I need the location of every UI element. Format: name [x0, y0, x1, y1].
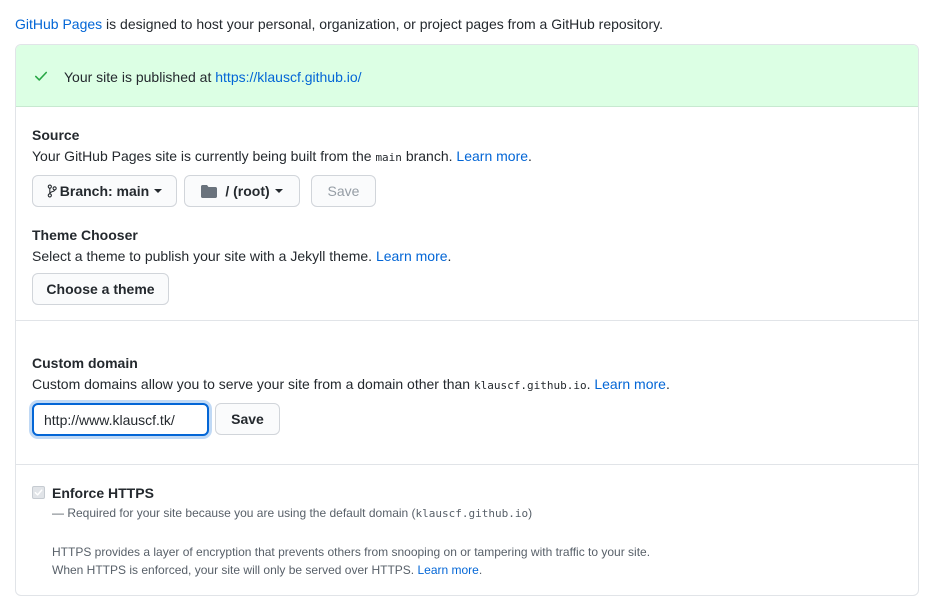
check-icon [34, 489, 43, 496]
pages-settings-panel: Your site is published at https://klausc… [15, 44, 919, 596]
intro-description: is designed to host your personal, organ… [102, 16, 663, 32]
intro-text: GitHub Pages is designed to host your pe… [15, 15, 663, 33]
branch-code: main [375, 151, 402, 164]
source-save-button[interactable]: Save [311, 175, 376, 207]
chevron-down-icon [274, 189, 283, 193]
custom-domain-save-button[interactable]: Save [215, 403, 280, 435]
custom-domain-input[interactable] [32, 403, 209, 436]
https-info-line-2: When HTTPS is enforced, your site will o… [52, 563, 483, 577]
theme-learn-more-link[interactable]: Learn more [376, 248, 448, 264]
chevron-down-icon [154, 189, 163, 193]
https-learn-more-link[interactable]: Learn more [417, 563, 478, 577]
https-required-note: — Required for your site because you are… [52, 506, 533, 520]
domain-code: klauscf.github.io [473, 379, 587, 392]
custom-domain-title: Custom domain [32, 355, 138, 371]
source-learn-more-link[interactable]: Learn more [456, 148, 528, 164]
theme-description: Select a theme to publish your site with… [32, 248, 452, 264]
source-title: Source [32, 127, 80, 143]
custom-domain-learn-more-link[interactable]: Learn more [594, 376, 666, 392]
git-branch-icon [47, 184, 57, 198]
github-pages-link[interactable]: GitHub Pages [15, 16, 102, 32]
check-icon [34, 71, 48, 81]
custom-domain-description: Custom domains allow you to serve your s… [32, 376, 670, 392]
theme-chooser-title: Theme Chooser [32, 227, 138, 243]
branch-select-button[interactable]: Branch: main [32, 175, 177, 207]
choose-theme-button[interactable]: Choose a theme [32, 273, 169, 305]
folder-icon [201, 184, 218, 198]
section-divider [16, 464, 918, 465]
https-info-line-1: HTTPS provides a layer of encryption tha… [52, 545, 651, 559]
section-divider [16, 320, 918, 321]
source-description: Your GitHub Pages site is currently bein… [32, 148, 532, 164]
enforce-https-label: Enforce HTTPS [52, 485, 154, 501]
enforce-https-checkbox[interactable] [32, 486, 45, 499]
published-message: Your site is published at https://klausc… [64, 69, 362, 85]
published-url-link[interactable]: https://klauscf.github.io/ [215, 69, 361, 85]
https-domain-code: klauscf.github.io [415, 507, 529, 520]
published-flash: Your site is published at https://klausc… [16, 45, 918, 107]
folder-select-button[interactable]: / (root) [184, 175, 300, 207]
